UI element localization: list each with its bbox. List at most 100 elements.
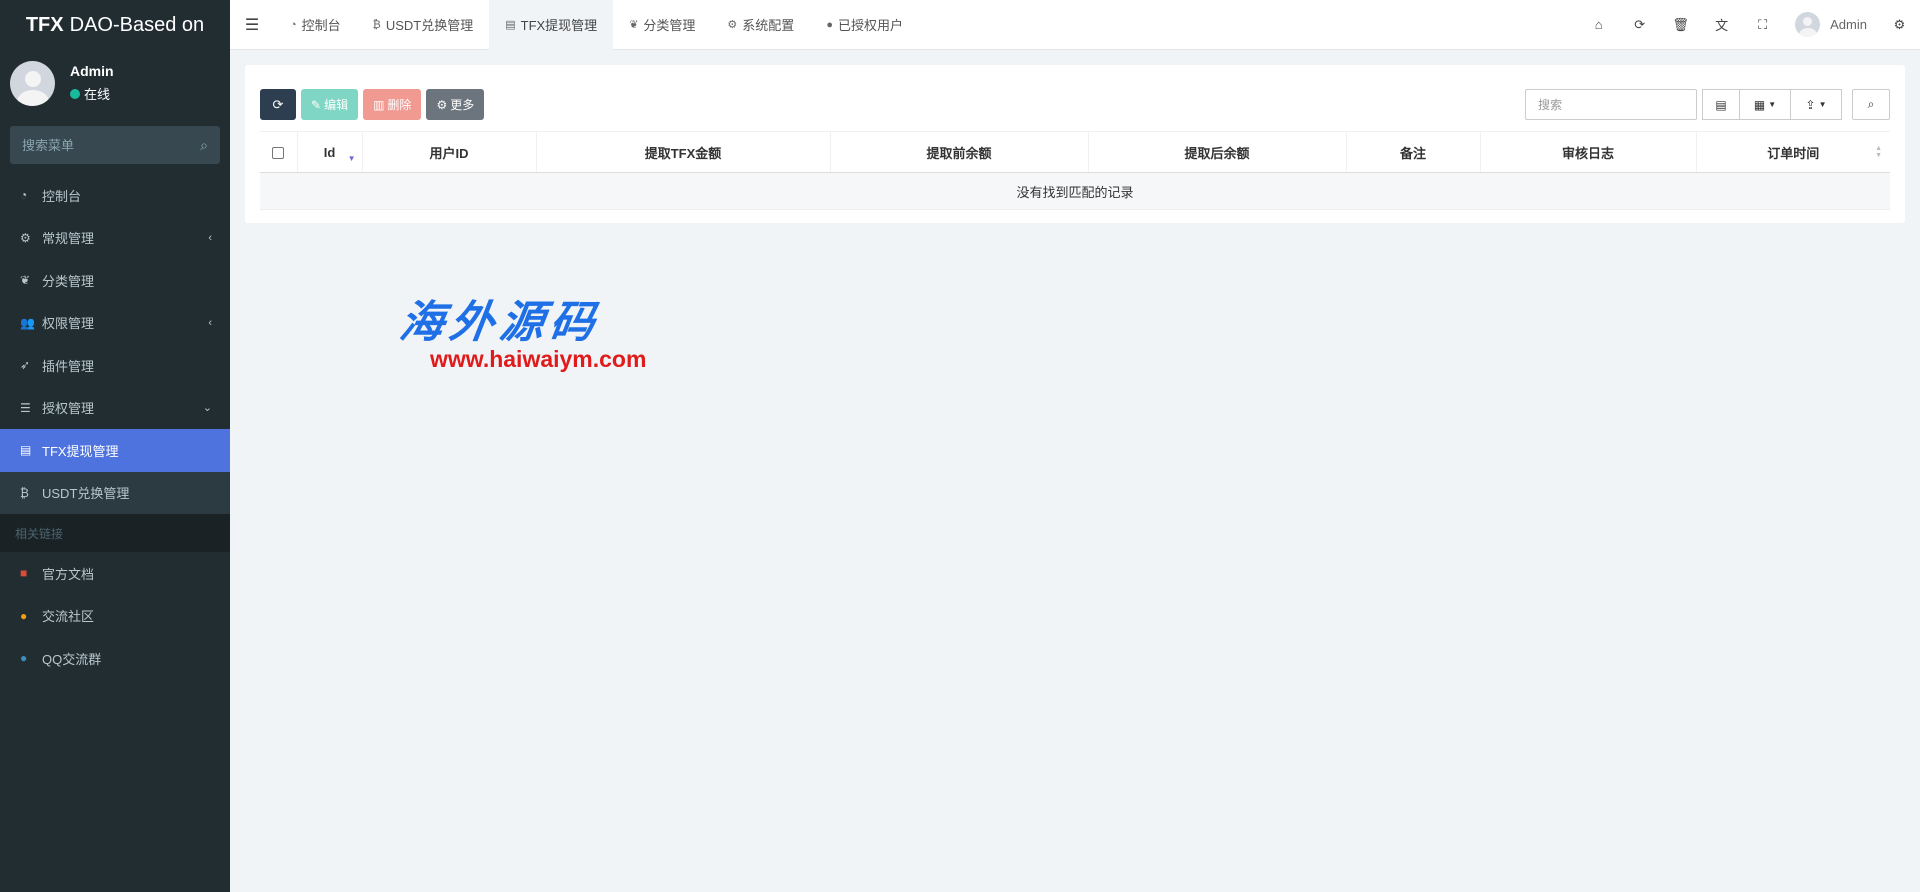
sidebar-item-auth[interactable]: 👥 权限管理 ‹ [0,302,230,345]
avatar [1795,12,1821,37]
watermark-url: www.haiwaiym.com [430,346,647,372]
tab-label: TFX提现管理 [520,18,598,33]
logo-text: DAO-Based on [69,13,205,36]
sidebar-item-label: 权限管理 [42,316,95,332]
user-name: Admin [70,63,114,79]
sidebar-search-input[interactable] [22,137,192,153]
tab-tfx-withdraw[interactable]: ▤ TFX提现管理 [489,0,614,50]
sidebar-item-label: 常规管理 [42,231,95,247]
chevron-down-icon: ⌄ [202,402,212,415]
tab-system-config[interactable]: ⚙ 系统配置 [711,0,810,50]
more-button[interactable]: ⚙ 更多 [426,89,485,120]
grid-icon: ▦ [1753,97,1766,112]
sidebar-item-usdt-exchange[interactable]: ₿ USDT兑换管理 [0,471,230,514]
user-info: Admin 在线 [70,63,114,103]
online-dot-icon [70,88,80,99]
trash-icon: ▥ [373,97,385,112]
trash-icon[interactable]: 🗑 [1660,0,1701,50]
language-icon[interactable]: 文 [1701,0,1742,50]
avatar [10,60,55,106]
cogs-icon[interactable]: ⚙ [1879,0,1920,50]
tab-label: 控制台 [301,18,341,33]
sidebar-link-qq[interactable]: ● QQ交流群 [0,637,230,680]
sidebar-item-label: 插件管理 [42,358,95,374]
tab-label: 已授权用户 [837,18,903,33]
app-logo[interactable]: TFX DAO-Based on [0,0,230,50]
navbar-user-menu[interactable]: Admin [1783,0,1879,50]
column-header-balance-after: 提取后余额 [1087,131,1346,173]
sidebar: TFX DAO-Based on Admin 在线 ⌕ ◔ 控制台 ⚙ 常规管理… [0,0,230,892]
tab-dashboard[interactable]: ◔ 控制台 [274,0,357,50]
table-view-icon: ▤ [1715,97,1727,112]
tab-authorized-users[interactable]: ● 已授权用户 [810,0,919,50]
sidebar-item-tfx-withdraw[interactable]: ▤ TFX提现管理 [0,429,230,472]
caret-down-icon: ▼ [1768,100,1777,109]
column-header-id[interactable]: Id ▼ [296,131,362,173]
search-icon: ⌕ [1867,97,1875,111]
sidebar-item-license[interactable]: ☰ 授权管理 ⌄ [0,387,230,430]
tab-label: 系统配置 [742,18,795,33]
column-header-user-id: 用户ID [361,131,536,173]
group-icon: 👥 [20,315,35,330]
delete-button-label: 删除 [387,98,412,112]
dashboard-icon: ◔ [20,188,28,203]
search-button[interactable]: ⌕ [1852,89,1890,120]
sidebar-link-docs[interactable]: ■ 官方文档 [0,552,230,595]
navbar-right: ⌂ ⟳ 🗑 文 ⛶ Admin ⚙ [1578,0,1920,50]
sidebar-item-general[interactable]: ⚙ 常规管理 ‹ [0,217,230,260]
user-panel: Admin 在线 [0,50,230,116]
column-header-balance-before: 提取前余额 [829,131,1088,173]
sidebar-link-community[interactable]: ● 交流社区 [0,595,230,638]
tab-category[interactable]: ❦ 分类管理 [613,0,711,50]
table-search-input[interactable] [1525,89,1697,120]
column-header-label: 备注 [1399,145,1426,161]
leaf-icon: ❦ [629,19,639,31]
caret-down-icon: ▼ [1818,100,1827,109]
more-button-label: 更多 [450,98,475,112]
sidebar-item-label: 控制台 [42,188,82,204]
column-header-label: 提取后余额 [1184,145,1250,161]
cogs-icon: ⚙ [20,230,31,245]
refresh-button[interactable]: ⟳ [260,89,296,120]
id-card-icon: ▤ [505,19,516,31]
user-status: 在线 [70,84,114,103]
id-card-icon: ▤ [20,443,32,458]
sidebar-menu: ◔ 控制台 ⚙ 常规管理 ‹ ❦ 分类管理 👥 权限管理 ‹ ➶ 插件管理 ☰ … [0,174,230,680]
refresh-icon[interactable]: ⟳ [1619,0,1660,50]
cog-icon: ⚙ [436,97,448,112]
column-header-label: 提取TFX金额 [644,145,722,161]
chevron-left-icon: ‹ [208,316,212,329]
home-icon[interactable]: ⌂ [1578,0,1619,50]
chevron-left-icon: ‹ [208,231,212,244]
sidebar-search: ⌕ [10,126,220,164]
menu-toggle-icon[interactable]: ☰ [230,0,274,50]
table-toolbar: ⟳ ✎ 编辑 ▥ 删除 ⚙ 更多 [260,89,485,120]
delete-button[interactable]: ▥ 删除 [363,89,422,120]
sidebar-item-label: 分类管理 [42,273,95,289]
table-row-empty: 没有找到匹配的记录 [260,172,1890,210]
edit-button[interactable]: ✎ 编辑 [301,89,359,120]
column-header-order-time[interactable]: 订单时间 ▲ ▼ [1695,131,1890,173]
columns-button[interactable]: ▦ ▼ [1740,89,1791,120]
export-button[interactable]: ⇪ ▼ [1791,89,1842,120]
edit-button-label: 编辑 [324,98,349,112]
top-navbar: ☰ ◔ 控制台 ₿ USDT兑换管理 ▤ TFX提现管理 ❦ 分类管理 ⚙ 系统… [230,0,1920,50]
column-header-audit-log: 审核日志 [1479,131,1696,173]
user-status-text: 在线 [84,87,111,102]
fullscreen-icon[interactable]: ⛶ [1742,0,1783,50]
sidebar-item-label: 授权管理 [42,401,95,417]
search-icon[interactable]: ⌕ [200,137,208,154]
select-all-checkbox-cell [260,131,297,173]
column-header-label: 审核日志 [1561,145,1614,161]
column-header-label: 订单时间 [1767,145,1820,161]
table-header-row: Id ▼ 用户ID 提取TFX金额 提取前余额 提取后余额 备注 审核日志 订单… [260,131,1890,173]
toggle-view-button[interactable]: ▤ [1702,89,1740,120]
select-all-checkbox[interactable] [272,147,285,160]
sidebar-item-category[interactable]: ❦ 分类管理 [0,259,230,302]
tab-label: 分类管理 [643,18,696,33]
cog-icon: ⚙ [727,19,738,31]
tab-usdt-exchange[interactable]: ₿ USDT兑换管理 [357,0,490,50]
sidebar-item-addon[interactable]: ➶ 插件管理 [0,344,230,387]
sidebar-item-dashboard[interactable]: ◔ 控制台 [0,174,230,217]
comment-icon: ● [20,608,28,623]
